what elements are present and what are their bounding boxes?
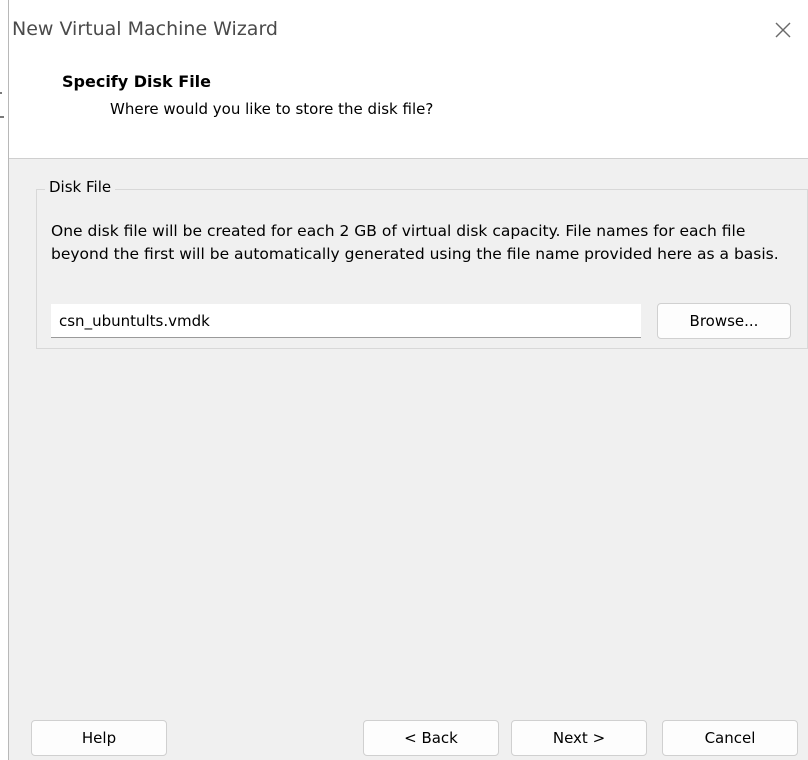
help-button[interactable]: Help — [31, 720, 167, 756]
disk-file-group: Disk File One disk file will be created … — [36, 178, 808, 349]
close-icon — [775, 22, 791, 38]
disk-file-name-input[interactable] — [51, 304, 641, 338]
browse-button[interactable]: Browse... — [657, 303, 791, 339]
close-button[interactable] — [765, 12, 801, 48]
wizard-window: New Virtual Machine Wizard Specify Disk … — [8, 0, 808, 760]
background-window-edge — [0, 0, 8, 760]
background-mark — [0, 92, 2, 94]
background-mark — [0, 116, 4, 118]
wizard-header: Specify Disk File Where would you like t… — [9, 62, 808, 159]
page-title: Specify Disk File — [62, 72, 212, 91]
group-legend: Disk File — [45, 178, 116, 196]
disk-file-description: One disk file will be created for each 2… — [51, 222, 779, 263]
back-button[interactable]: < Back — [363, 720, 499, 756]
title-bar: New Virtual Machine Wizard — [9, 0, 808, 62]
window-title: New Virtual Machine Wizard — [12, 18, 278, 40]
next-button[interactable]: Next > — [511, 720, 647, 756]
page-subtitle: Where would you like to store the disk f… — [110, 100, 434, 118]
cancel-button[interactable]: Cancel — [662, 720, 798, 756]
